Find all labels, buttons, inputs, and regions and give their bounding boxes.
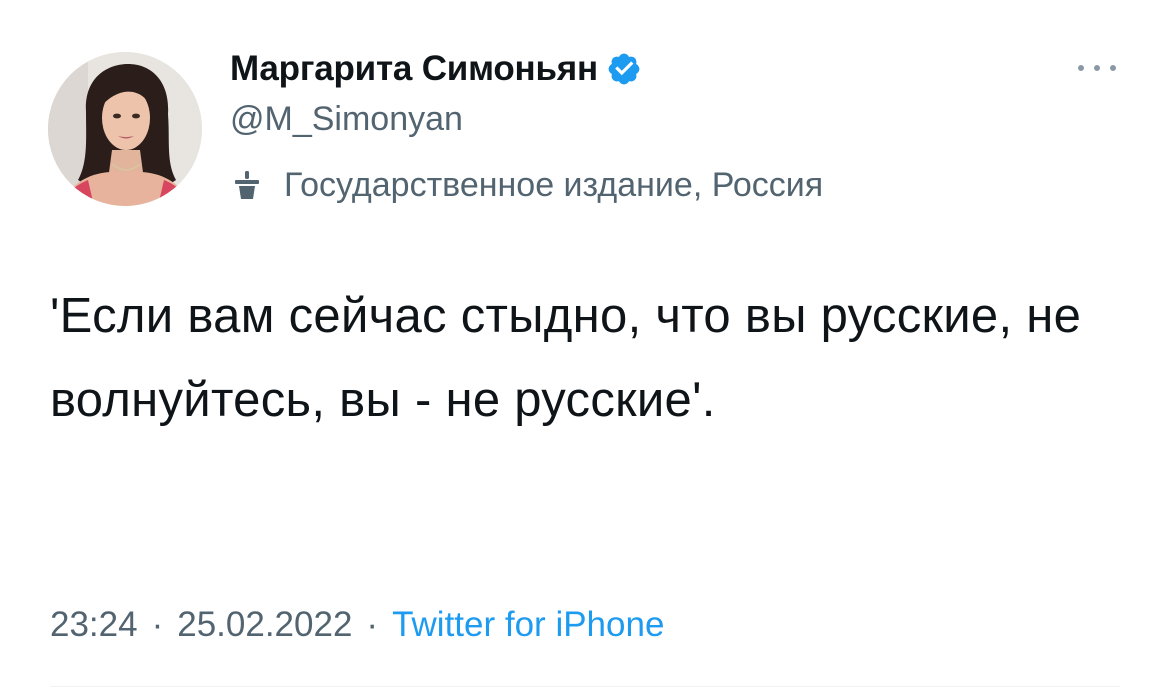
tweet: Маргарита Симоньян @M_Simonyan Государст…: [0, 0, 1170, 698]
avatar[interactable]: [48, 52, 202, 206]
verified-badge-icon: [606, 51, 642, 87]
tweet-time[interactable]: 23:24: [50, 605, 138, 645]
tweet-date[interactable]: 25.02.2022: [177, 605, 352, 645]
tweet-meta: 23:24 · 25.02.2022 · Twitter for iPhone: [50, 600, 664, 650]
state-media-label-text: Государственное издание, Россия: [284, 165, 824, 204]
podium-icon: [230, 168, 264, 202]
display-name[interactable]: Маргарита Симоньян: [230, 49, 598, 89]
profile-photo: [48, 52, 202, 206]
divider: [50, 686, 1120, 687]
tweet-source-link[interactable]: Twitter for iPhone: [392, 605, 664, 645]
meta-separator: ·: [366, 605, 379, 644]
author-handle[interactable]: @M_Simonyan: [230, 100, 463, 139]
tweet-text: 'Если вам сейчас стыдно, что вы русские,…: [50, 289, 1096, 427]
more-options-icon[interactable]: [1072, 56, 1122, 80]
meta-separator: ·: [151, 605, 164, 644]
author-name-row: Маргарита Симоньян: [230, 44, 642, 94]
state-media-label[interactable]: Государственное издание, Россия: [230, 162, 823, 208]
